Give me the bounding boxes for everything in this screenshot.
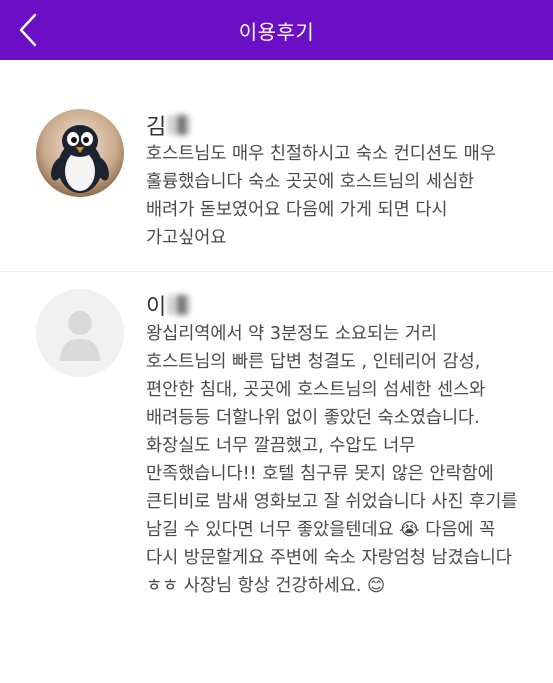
masked-name — [168, 115, 191, 135]
review-item: 이 왕십리역에서 약 3분정도 소요되는 거리 호스트님의 빠른 답변 청결도 … — [0, 280, 553, 660]
review-text: 호스트님도 매우 친절하시고 숙소 컨디션도 매우 훌륭했습니다 숙소 곳곳에 … — [146, 144, 496, 248]
reviewer-name-row: 이 — [146, 290, 191, 320]
review-text: 왕십리역에서 약 3분정도 소요되는 거리 호스트님의 빠른 답변 청결도 , … — [146, 324, 518, 596]
masked-name — [168, 295, 191, 315]
reviewer-name-row: 김 — [146, 110, 191, 140]
app-header: 이용후기 — [0, 0, 553, 60]
default-user-avatar — [36, 289, 124, 377]
reviewer-name: 이 — [146, 295, 167, 320]
penguin-avatar — [36, 109, 124, 197]
reviewer-name: 김 — [146, 115, 167, 140]
page-title: 이용후기 — [238, 19, 315, 44]
review-divider — [0, 271, 553, 272]
